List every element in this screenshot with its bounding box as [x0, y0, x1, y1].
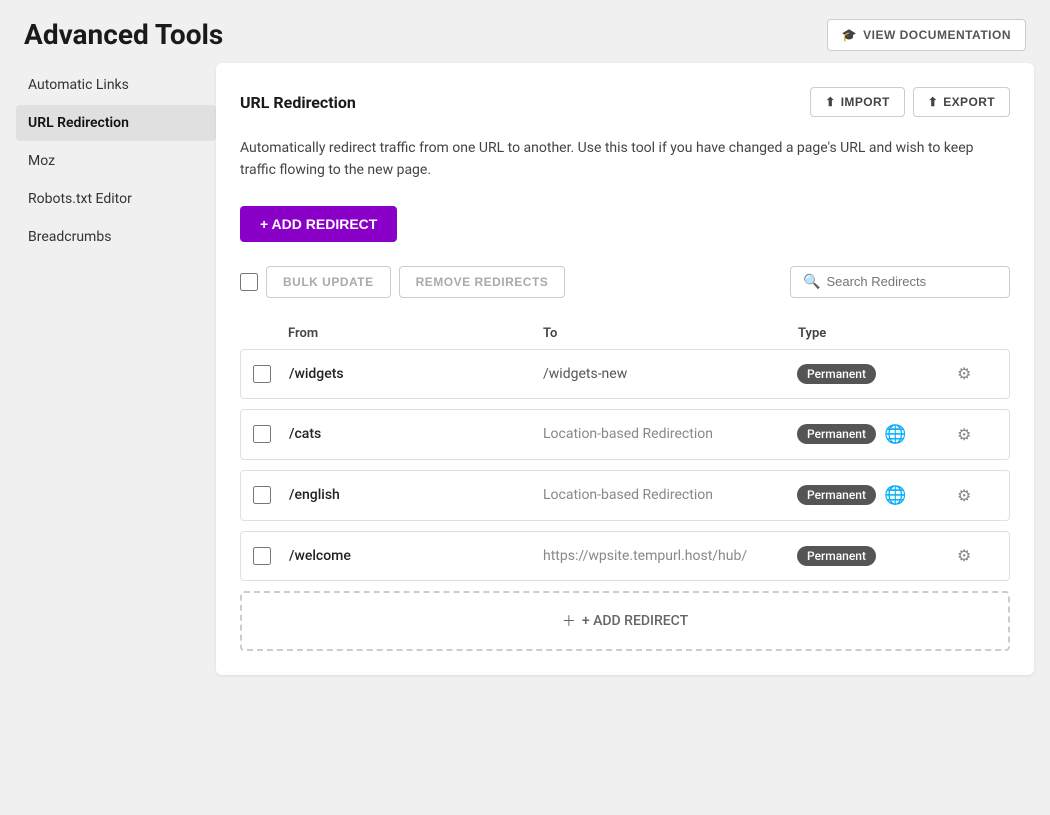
col-from: From — [288, 326, 543, 341]
gear-icon[interactable]: ⚙ — [957, 486, 997, 505]
page-header: Advanced Tools 🎓 VIEW DOCUMENTATION — [0, 0, 1050, 63]
redirect-to: Location-based Redirection — [543, 426, 797, 442]
redirect-row: /englishLocation-based RedirectionPerman… — [240, 470, 1010, 521]
redirect-row: /welcomehttps://wpsite.tempurl.host/hub/… — [240, 531, 1010, 581]
sidebar-item-robots-txt[interactable]: Robots.txt Editor — [16, 181, 216, 217]
globe-icon[interactable]: 🌐 — [884, 424, 906, 445]
book-icon: 🎓 — [842, 28, 857, 42]
bulk-update-button[interactable]: BULK UPDATE — [266, 266, 391, 298]
remove-redirects-button[interactable]: REMOVE REDIRECTS — [399, 266, 566, 298]
globe-icon[interactable]: 🌐 — [884, 485, 906, 506]
redirect-to: /widgets-new — [543, 366, 797, 382]
type-badge: Permanent — [797, 546, 876, 566]
add-redirect-dashed-button[interactable]: ＋ + ADD REDIRECT — [240, 591, 1010, 651]
redirect-rows: /widgets/widgets-newPermanent⚙/catsLocat… — [240, 349, 1010, 581]
sidebar-item-url-redirection[interactable]: URL Redirection — [16, 105, 216, 141]
row-checkbox[interactable] — [253, 425, 271, 443]
gear-icon[interactable]: ⚙ — [957, 546, 997, 565]
redirect-from: /widgets — [289, 366, 543, 382]
redirect-type-col: Permanent 🌐 — [797, 485, 957, 506]
main-content: URL Redirection ⬆ IMPORT ⬆ EXPORT Automa… — [216, 63, 1034, 675]
row-checkbox[interactable] — [253, 486, 271, 504]
type-badge: Permanent — [797, 364, 876, 384]
export-icon: ⬆ — [928, 95, 938, 109]
col-to: To — [543, 326, 798, 341]
search-box: 🔍 — [790, 266, 1010, 298]
main-layout: Automatic LinksURL RedirectionMozRobots.… — [0, 63, 1050, 691]
description-text: Automatically redirect traffic from one … — [240, 137, 1010, 182]
import-icon: ⬆ — [825, 95, 835, 109]
gear-icon[interactable]: ⚙ — [957, 364, 997, 383]
gear-icon[interactable]: ⚙ — [957, 425, 997, 444]
type-badge: Permanent — [797, 424, 876, 444]
section-header: URL Redirection ⬆ IMPORT ⬆ EXPORT — [240, 87, 1010, 117]
export-button[interactable]: ⬆ EXPORT — [913, 87, 1010, 117]
section-title: URL Redirection — [240, 93, 356, 112]
sidebar-item-moz[interactable]: Moz — [16, 143, 216, 179]
table-header: From To Type — [240, 318, 1010, 349]
redirect-from: /english — [289, 487, 543, 503]
page-title: Advanced Tools — [24, 18, 223, 51]
search-input[interactable] — [826, 274, 997, 289]
redirect-row: /widgets/widgets-newPermanent ⚙ — [240, 349, 1010, 399]
redirect-from: /welcome — [289, 548, 543, 564]
add-redirect-primary-button[interactable]: + ADD REDIRECT — [240, 206, 397, 242]
redirect-from: /cats — [289, 426, 543, 442]
import-button[interactable]: ⬆ IMPORT — [810, 87, 905, 117]
plus-icon-dashed: ＋ — [562, 611, 576, 631]
col-type: Type — [798, 326, 958, 341]
sidebar-item-automatic-links[interactable]: Automatic Links — [16, 67, 216, 103]
sidebar: Automatic LinksURL RedirectionMozRobots.… — [16, 63, 216, 675]
redirect-type-col: Permanent 🌐 — [797, 424, 957, 445]
redirect-type-col: Permanent — [797, 546, 957, 566]
redirect-to: https://wpsite.tempurl.host/hub/ — [543, 548, 797, 564]
header-actions: ⬆ IMPORT ⬆ EXPORT — [810, 87, 1010, 117]
row-checkbox[interactable] — [253, 365, 271, 383]
search-icon: 🔍 — [803, 274, 820, 290]
toolbar-left: BULK UPDATE REMOVE REDIRECTS — [240, 266, 565, 298]
redirect-type-col: Permanent — [797, 364, 957, 384]
view-documentation-button[interactable]: 🎓 VIEW DOCUMENTATION — [827, 19, 1026, 51]
sidebar-item-breadcrumbs[interactable]: Breadcrumbs — [16, 219, 216, 255]
select-all-checkbox[interactable] — [240, 273, 258, 291]
toolbar: BULK UPDATE REMOVE REDIRECTS 🔍 — [240, 266, 1010, 298]
row-checkbox[interactable] — [253, 547, 271, 565]
redirect-to: Location-based Redirection — [543, 487, 797, 503]
type-badge: Permanent — [797, 485, 876, 505]
redirect-row: /catsLocation-based RedirectionPermanent… — [240, 409, 1010, 460]
